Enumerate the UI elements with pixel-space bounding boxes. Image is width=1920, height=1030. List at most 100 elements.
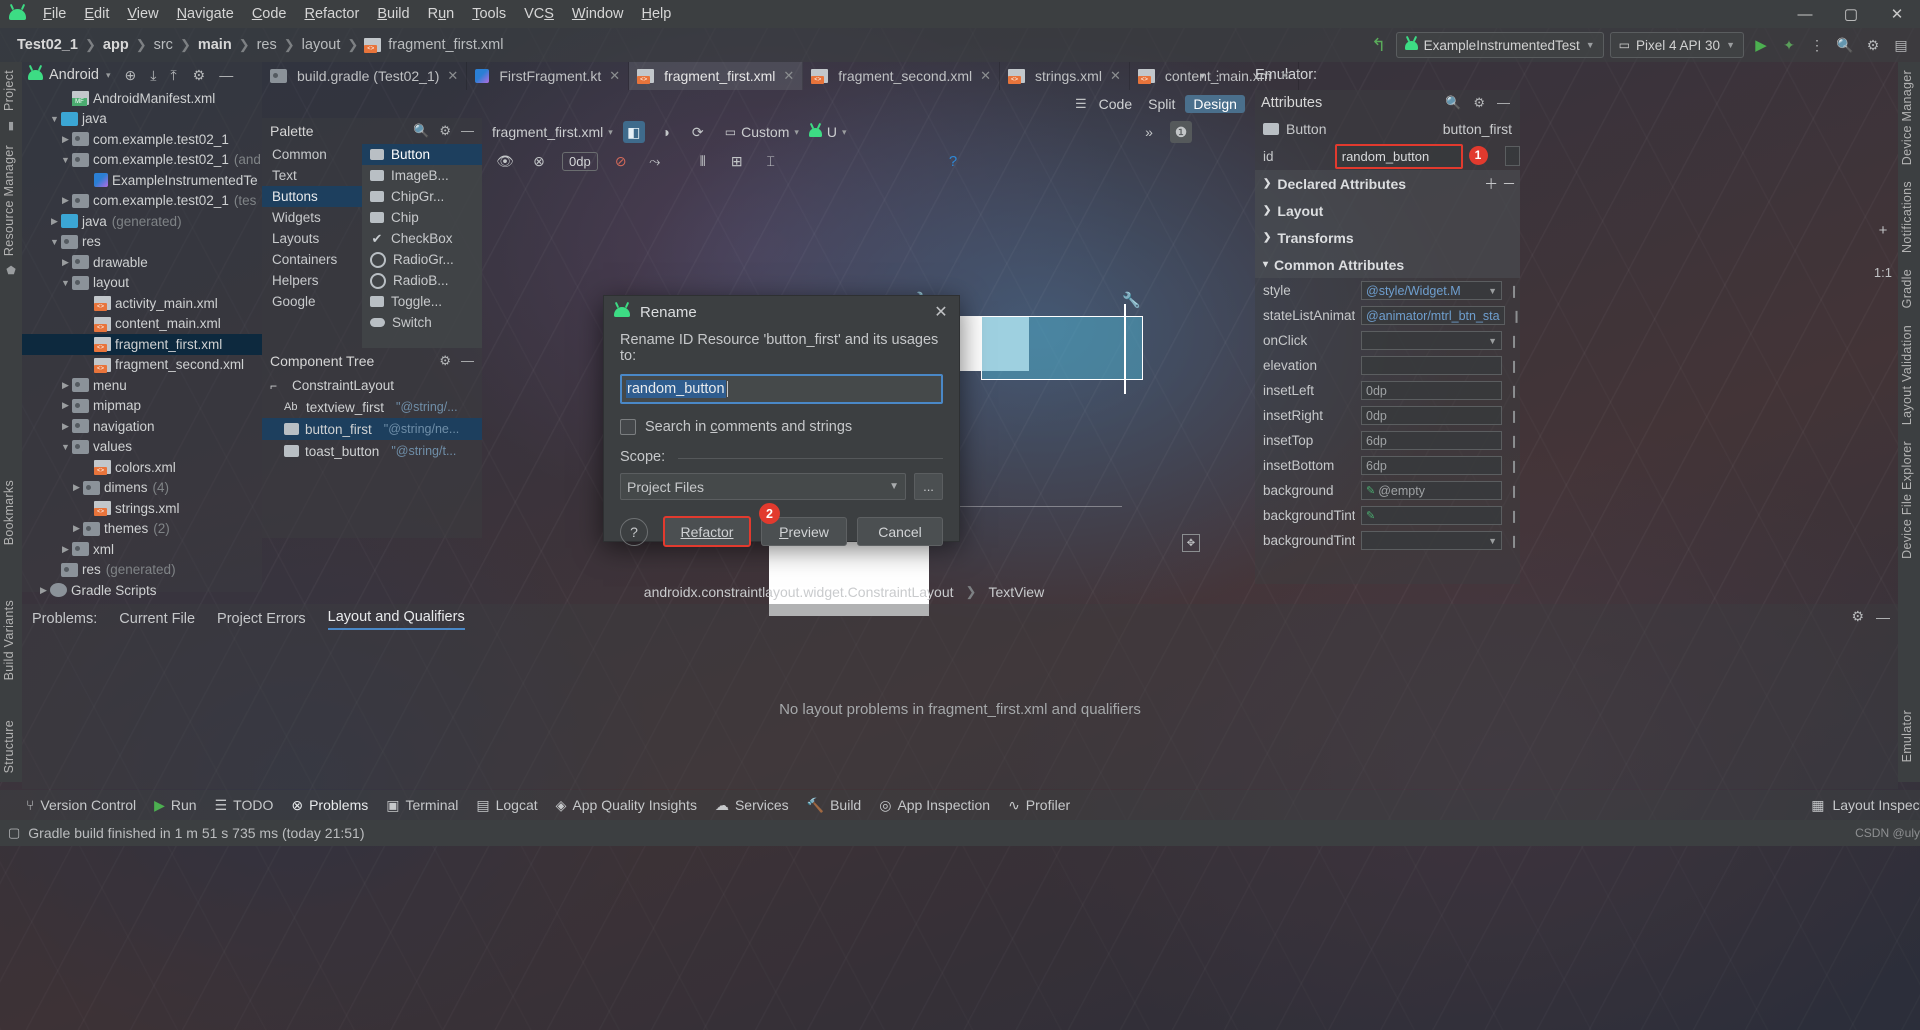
attribute-binding-icon[interactable]: ❙ xyxy=(1508,459,1520,473)
breadcrumb-project[interactable]: Test02_1 xyxy=(14,37,81,53)
palette-category-containers[interactable]: Containers xyxy=(262,249,362,270)
attribute-value-field[interactable]: ▼ xyxy=(1361,531,1502,550)
palette-categories[interactable]: Common Text Buttons Widgets Layouts Container… xyxy=(262,144,362,348)
infer-constraints-icon[interactable]: ⤳ xyxy=(644,150,666,172)
project-tree-row[interactable]: colors.xml xyxy=(22,457,262,478)
palette-category-google[interactable]: Google xyxy=(262,291,362,312)
project-tree-row[interactable]: ▶ java (generated) xyxy=(22,211,262,232)
bottom-profiler[interactable]: ∿ Profiler xyxy=(1008,797,1070,814)
chevron-right-icon[interactable]: ❯ xyxy=(1263,205,1271,216)
tab-split[interactable]: Split xyxy=(1142,95,1181,113)
tool-window-device-manager[interactable]: Device Manager xyxy=(1898,62,1916,173)
breadcrumb-main[interactable]: main xyxy=(195,37,235,53)
color-picker-icon[interactable]: ✎ xyxy=(1366,509,1375,522)
project-tree-row[interactable]: ▶ menu xyxy=(22,375,262,396)
chevron-down-icon[interactable]: ▼ xyxy=(48,114,61,124)
design-surface-icon[interactable]: ◧ xyxy=(622,121,645,143)
chevron-right-icon[interactable]: ▶ xyxy=(70,523,83,534)
tool-window-gradle[interactable]: Gradle xyxy=(1898,261,1916,316)
tab-project-errors[interactable]: Project Errors xyxy=(217,611,306,627)
bottom-app-inspection[interactable]: ◎ App Inspection xyxy=(879,797,990,814)
bottom-version-control[interactable]: ⑂ Version Control xyxy=(26,797,136,813)
tool-window-device-file-explorer[interactable]: Device File Explorer xyxy=(1898,433,1916,567)
minimize-button[interactable]: — xyxy=(1782,0,1828,28)
menu-window[interactable]: Window xyxy=(563,3,633,25)
color-picker-icon[interactable]: ✎ xyxy=(1366,484,1375,497)
project-tree[interactable]: AndroidManifest.xml ▼ java ▶ com.example.tes… xyxy=(22,88,262,601)
palette-item[interactable]: Switch xyxy=(362,312,482,333)
project-tree-row[interactable]: fragment_second.xml xyxy=(22,355,262,376)
menu-view[interactable]: View xyxy=(118,3,167,25)
chevron-right-icon[interactable]: ▶ xyxy=(37,585,50,596)
project-tree-row[interactable]: ▶ dimens (4) xyxy=(22,478,262,499)
more-actions-icon[interactable]: ⋮ xyxy=(1806,34,1828,56)
palette-item[interactable]: ✔ CheckBox xyxy=(362,228,482,249)
help-icon[interactable]: ? xyxy=(942,150,964,172)
target-icon[interactable]: ⊕ xyxy=(125,67,137,84)
palette-item[interactable]: ChipGr... xyxy=(362,186,482,207)
attribute-binding-icon[interactable]: ❙ xyxy=(1508,434,1520,448)
palette-item[interactable]: Toggle... xyxy=(362,291,482,312)
menu-file[interactable]: File xyxy=(34,3,75,25)
component-tree-row[interactable]: button_first "@string/ne... xyxy=(262,418,482,440)
editor-tab[interactable]: FirstFragment.kt ✕ xyxy=(467,62,630,90)
project-tree-row[interactable]: AndroidManifest.xml xyxy=(22,88,262,109)
run-button[interactable]: ▶ xyxy=(1750,34,1772,56)
chevron-down-icon[interactable]: ▾ xyxy=(1263,259,1268,270)
attribute-value-field[interactable]: 6dp xyxy=(1361,431,1502,450)
search-icon[interactable]: 🔍 xyxy=(1445,95,1461,111)
design-breadcrumb-root[interactable]: androidx.constraintlayout.widget.Constra… xyxy=(644,584,954,600)
attribute-value-field[interactable]: 0dp xyxy=(1361,381,1502,400)
maximize-button[interactable]: ▢ xyxy=(1828,0,1874,28)
project-tree-row[interactable]: fragment_first.xml xyxy=(22,334,262,355)
attribute-value-field[interactable]: ✎ @empty xyxy=(1361,481,1502,500)
hide-panel-icon[interactable]: — xyxy=(461,353,474,369)
component-tree-row[interactable]: Ab textview_first "@string/... xyxy=(262,396,482,418)
tool-window-build-variants[interactable]: Build Variants xyxy=(0,592,18,688)
project-tree-row[interactable]: ▶ com.example.test02_1 (tes xyxy=(22,191,262,212)
breadcrumb-app[interactable]: app xyxy=(100,37,132,53)
attribute-binding-icon[interactable]: ❙ xyxy=(1508,534,1520,548)
project-tree-row[interactable]: ▶ com.example.test02_1 xyxy=(22,129,262,150)
theme-selector[interactable]: ▭ Custom ▾ xyxy=(725,124,799,140)
chevron-down-icon[interactable]: ▼ xyxy=(59,278,72,288)
bottom-services[interactable]: ☁ Services xyxy=(715,797,789,814)
chevron-down-icon[interactable]: ▼ xyxy=(48,237,61,247)
tool-window-resource-manager[interactable]: Resource Manager xyxy=(0,137,18,264)
toolbar-overflow-icon[interactable]: » xyxy=(1138,121,1160,143)
id-extra-field[interactable] xyxy=(1504,146,1520,166)
palette-category-layouts[interactable]: Layouts xyxy=(262,228,362,249)
project-tree-row[interactable]: ▼ layout xyxy=(22,273,262,294)
chevron-right-icon[interactable]: ❯ xyxy=(1263,232,1271,243)
attributes-section-transforms[interactable]: ❯ Transforms xyxy=(1255,224,1520,251)
breadcrumb-src[interactable]: src xyxy=(151,37,176,53)
back-arrow-icon[interactable]: ↰ xyxy=(1368,34,1390,56)
project-view-label[interactable]: Android xyxy=(49,67,99,83)
breadcrumb-layout[interactable]: layout xyxy=(299,37,344,53)
gear-icon[interactable]: ⚙ xyxy=(1862,34,1884,56)
menu-help[interactable]: Help xyxy=(632,3,680,25)
tool-window-emulator[interactable]: Emulator xyxy=(1898,702,1916,770)
component-tree-row[interactable]: ⌐ ConstraintLayout xyxy=(262,374,482,396)
close-tab-icon[interactable]: ✕ xyxy=(783,68,794,84)
dialog-help-button[interactable]: ? xyxy=(620,517,648,546)
close-tab-icon[interactable]: ✕ xyxy=(447,68,458,84)
pack-icon[interactable]: ⊞ xyxy=(726,150,748,172)
hide-panel-icon[interactable]: — xyxy=(1497,95,1510,111)
menu-vcs[interactable]: VCS xyxy=(515,3,563,25)
bottom-logcat[interactable]: ▤ Logcat xyxy=(476,797,537,814)
breadcrumb-file[interactable]: fragment_first.xml xyxy=(385,37,506,53)
scope-select[interactable]: Project Files ▼ xyxy=(620,473,906,500)
refactor-button[interactable]: Refactor xyxy=(663,516,751,547)
close-tab-icon[interactable]: ✕ xyxy=(980,68,991,84)
tool-window-bookmarks[interactable]: Bookmarks xyxy=(0,472,18,553)
chevron-down-icon[interactable]: ▼ xyxy=(1488,336,1497,346)
gear-icon[interactable]: ⚙ xyxy=(439,123,451,139)
hide-panel-icon[interactable]: — xyxy=(461,123,474,139)
attribute-binding-icon[interactable]: ❙ xyxy=(1508,334,1520,348)
id-input[interactable]: random_button 1 xyxy=(1334,143,1488,169)
gear-icon[interactable]: ⚙ xyxy=(193,67,206,84)
gear-icon[interactable]: ⚙ xyxy=(1851,608,1864,625)
layout-inspector-button[interactable]: ▦ Layout Inspector xyxy=(1811,790,1920,820)
clear-constraints-icon[interactable]: ⊘ xyxy=(610,150,632,172)
